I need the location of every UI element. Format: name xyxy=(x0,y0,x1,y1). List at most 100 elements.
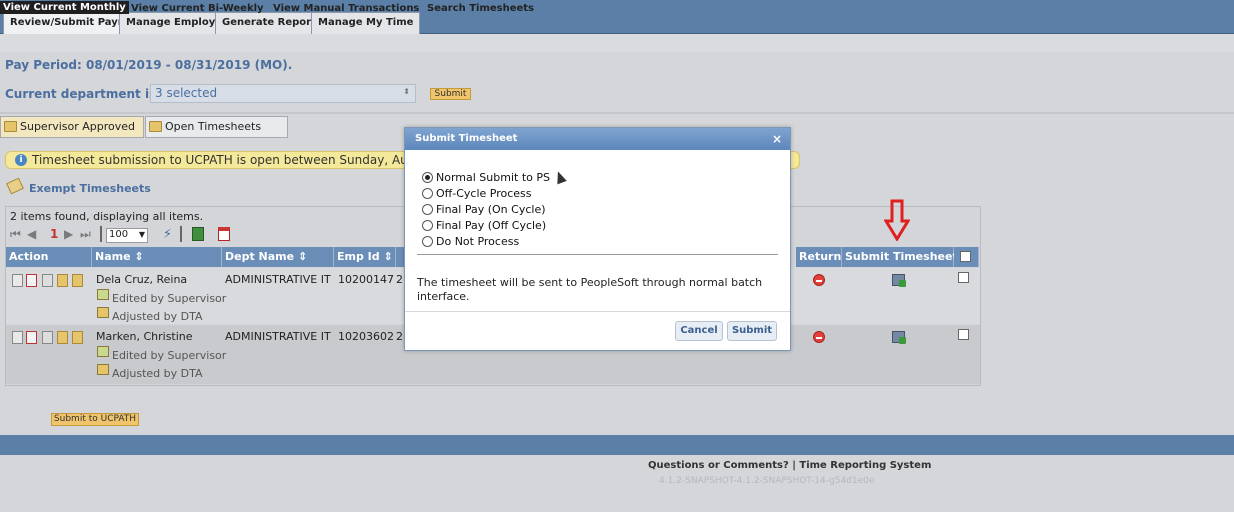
radio-label: Final Pay (On Cycle) xyxy=(436,203,546,216)
status-edited: Edited by Supervisor xyxy=(112,292,227,305)
row-checkbox[interactable] xyxy=(958,329,969,340)
tag-icon xyxy=(6,177,24,195)
row-action-icons xyxy=(12,331,90,347)
header-name[interactable]: Name ⇕ xyxy=(92,247,222,267)
submit-timesheet-dialog: Submit Timesheet × Normal Submit to PS O… xyxy=(404,127,791,351)
radio-final-pay-on-cycle[interactable] xyxy=(422,204,433,215)
header-action: Action xyxy=(6,247,92,267)
chevron-down-icon: ▼ xyxy=(138,230,145,239)
status-adjusted: Adjusted by DTA xyxy=(112,310,203,323)
cell-partial: 2 xyxy=(396,273,403,286)
employee-name: Marken, Christine xyxy=(96,330,193,343)
current-page-number[interactable]: 1 xyxy=(50,227,58,241)
banner-text: Timesheet submission to UCPATH is open b… xyxy=(32,153,446,167)
footer-links[interactable]: Questions or Comments? | Time Reporting … xyxy=(648,460,931,471)
dept-name: ADMINISTRATIVE IT xyxy=(225,330,331,343)
tab-manage-my-time[interactable]: Manage My Time xyxy=(311,12,421,34)
export-pdf-icon[interactable] xyxy=(218,227,230,241)
sort-icon: ⇕ xyxy=(383,250,393,263)
dialog-title: Submit Timesheet xyxy=(415,133,518,144)
items-found: 2 items found, displaying all items. xyxy=(10,210,204,223)
cancel-button[interactable]: Cancel xyxy=(675,321,723,341)
header-select-all[interactable] xyxy=(954,247,979,267)
radio-label: Final Pay (Off Cycle) xyxy=(436,219,547,232)
header-submit-timesheet: Submit Timesheet xyxy=(842,247,958,267)
footer-band xyxy=(0,435,1234,455)
first-page-icon[interactable]: ⏮ xyxy=(10,228,22,240)
calculator-icon[interactable] xyxy=(42,331,53,344)
dialog-button-divider xyxy=(405,311,790,312)
department-select-value: 3 selected xyxy=(155,86,218,100)
next-page-icon[interactable]: ▶ xyxy=(64,228,76,240)
submit-to-ucpath-button[interactable]: Submit to UCPATH xyxy=(51,413,139,426)
subtab-label: Open Timesheets xyxy=(165,120,262,133)
header-emp-id[interactable]: Emp Id ⇕ xyxy=(334,247,396,267)
status-edited: Edited by Supervisor xyxy=(112,349,227,362)
red-arrow-annotation-icon xyxy=(884,199,910,241)
employee-name: Dela Cruz, Reina xyxy=(96,273,188,286)
subnav-search-timesheets[interactable]: Search Timesheets xyxy=(427,3,534,14)
folder-icon xyxy=(4,121,17,132)
last-page-icon[interactable]: ⏭ xyxy=(80,228,92,240)
dialog-header: Submit Timesheet × xyxy=(405,128,790,150)
timesheet-icon[interactable] xyxy=(26,274,37,287)
department-select[interactable]: 3 selected ⬍ xyxy=(150,84,416,103)
page-size-select[interactable]: 100 ▼ xyxy=(106,228,148,243)
edited-icon xyxy=(97,289,109,300)
header-dept-label: Dept Name xyxy=(225,250,295,263)
subtab-label: Supervisor Approved xyxy=(20,120,136,133)
previous-page-icon[interactable]: ◀ xyxy=(27,228,39,240)
subtab-supervisor-approved[interactable]: Supervisor Approved xyxy=(0,116,144,138)
mouse-cursor-icon xyxy=(553,169,567,185)
row-checkbox[interactable] xyxy=(958,272,969,283)
page-size-value: 100 xyxy=(109,229,129,240)
radio-final-pay-off-cycle[interactable] xyxy=(422,220,433,231)
radio-do-not-process[interactable] xyxy=(422,236,433,247)
sub-navigation xyxy=(0,34,1234,52)
submit-button[interactable]: Submit xyxy=(727,321,777,341)
folder-edit-icon[interactable] xyxy=(72,274,83,287)
submit-timesheet-icon[interactable] xyxy=(892,331,906,344)
sort-icon: ⇕ xyxy=(297,250,308,263)
folder-icon[interactable] xyxy=(57,331,68,344)
info-icon: i xyxy=(15,154,27,166)
view-icon[interactable] xyxy=(12,274,23,287)
select-all-checkbox[interactable] xyxy=(960,251,971,262)
header-name-label: Name xyxy=(95,250,131,263)
radio-off-cycle[interactable] xyxy=(422,188,433,199)
header-dept-name[interactable]: Dept Name ⇕ xyxy=(222,247,334,267)
folder-icon xyxy=(149,121,162,132)
radio-label: Off-Cycle Process xyxy=(436,187,532,200)
pager-divider xyxy=(100,226,102,242)
subnav-view-current-biweekly[interactable]: View Current Bi-Weekly xyxy=(131,3,264,14)
divider xyxy=(0,112,1234,114)
department-submit-button[interactable]: Submit xyxy=(430,88,471,100)
folder-icon[interactable] xyxy=(57,274,68,287)
close-icon[interactable]: × xyxy=(772,128,782,150)
dept-name: ADMINISTRATIVE IT xyxy=(225,273,331,286)
version-text: 4.1.2-SNAPSHOT-4.1.2-SNAPSHOT-14-g54d1e0… xyxy=(659,476,875,486)
cell-partial: 2 xyxy=(396,330,403,343)
dialog-description: The timesheet will be sent to PeopleSoft… xyxy=(417,276,763,303)
submit-timesheet-icon[interactable] xyxy=(892,274,906,287)
return-icon[interactable] xyxy=(813,274,825,286)
return-icon[interactable] xyxy=(813,331,825,343)
export-excel-icon[interactable] xyxy=(192,227,204,241)
timesheet-icon[interactable] xyxy=(26,331,37,344)
subnav-view-manual-transactions[interactable]: View Manual Transactions xyxy=(273,3,419,14)
select-arrows-icon: ⬍ xyxy=(403,87,410,96)
sort-icon: ⇕ xyxy=(134,250,144,263)
pay-period: Pay Period: 08/01/2019 - 08/31/2019 (MO)… xyxy=(5,58,293,72)
view-icon[interactable] xyxy=(12,331,23,344)
radio-label: Normal Submit to PS xyxy=(436,171,550,184)
section-title: Exempt Timesheets xyxy=(6,177,151,195)
subnav-view-current-monthly[interactable]: View Current Monthly xyxy=(0,1,129,14)
subtab-open-timesheets[interactable]: Open Timesheets xyxy=(145,116,288,138)
folder-edit-icon[interactable] xyxy=(72,331,83,344)
pager-divider xyxy=(180,226,182,242)
edited-icon xyxy=(97,346,109,357)
radio-normal-submit[interactable] xyxy=(422,172,433,183)
header-return: Return xyxy=(796,247,842,267)
calculator-icon[interactable] xyxy=(42,274,53,287)
filter-icon[interactable]: ⚡ xyxy=(163,227,172,242)
